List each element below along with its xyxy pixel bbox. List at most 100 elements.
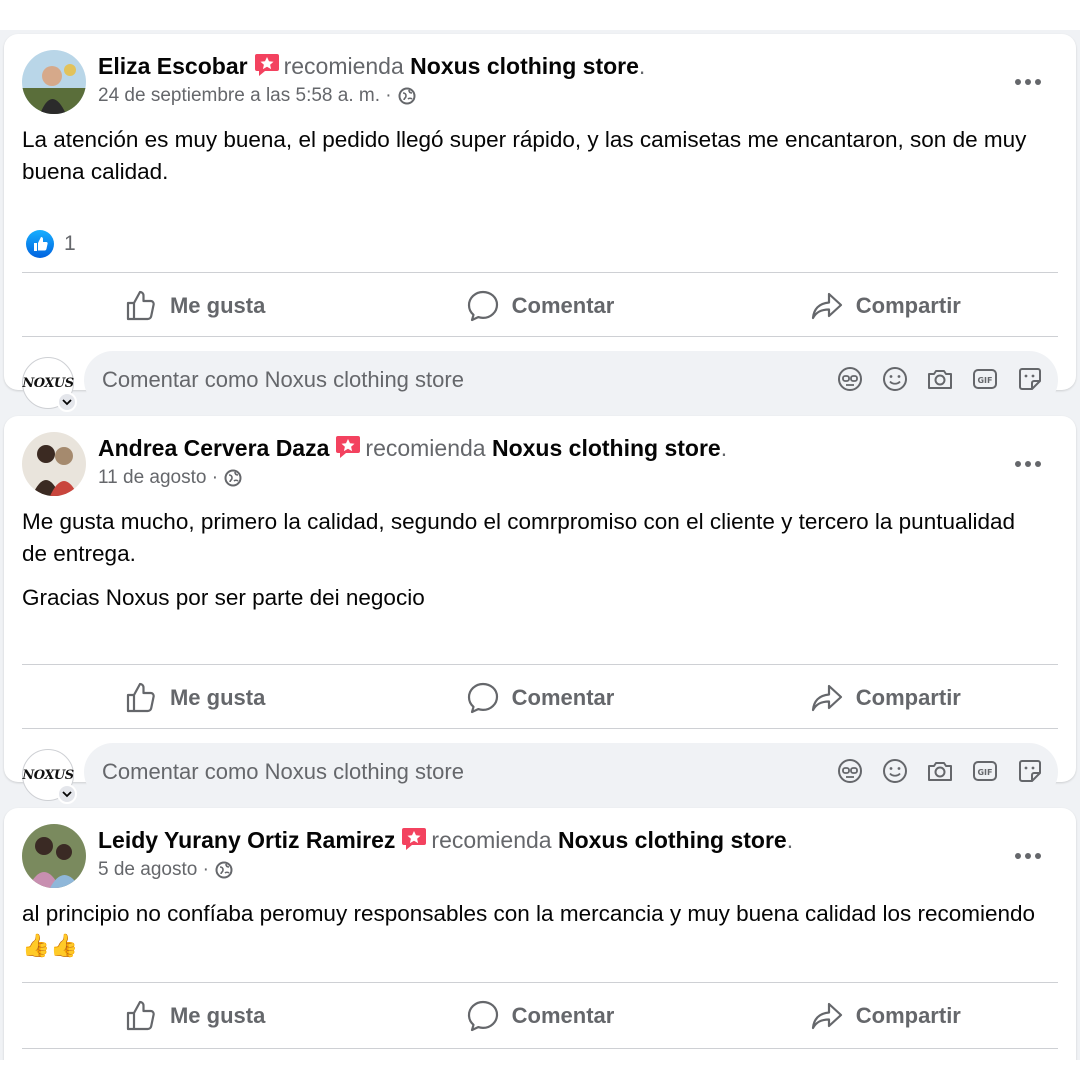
period: . bbox=[638, 53, 646, 79]
thumbs-up-icon bbox=[126, 682, 155, 713]
like-button[interactable]: Me gusta bbox=[22, 986, 367, 1046]
camera-icon[interactable] bbox=[926, 757, 954, 785]
sticker-icon[interactable] bbox=[1016, 365, 1044, 393]
header-line: Andrea Cervera Daza recomienda Noxus clot… bbox=[98, 434, 996, 462]
recommend-badge-icon bbox=[401, 827, 427, 851]
share-label: Compartir bbox=[855, 685, 961, 710]
post-paragraph: La atención es muy buena, el pedido lleg… bbox=[22, 127, 1027, 184]
sticker-icon[interactable] bbox=[1016, 757, 1044, 785]
avatar[interactable] bbox=[22, 50, 86, 114]
avatar-sticker-icon[interactable] bbox=[836, 757, 864, 785]
globe-icon bbox=[398, 87, 416, 105]
author-name[interactable]: Leidy Yurany Ortiz Ramirez bbox=[98, 827, 395, 853]
post-meta: 11 de agosto · bbox=[98, 466, 996, 490]
header-line: Eliza Escobar recomienda Noxus clothing s… bbox=[98, 52, 996, 80]
comment-label: Comentar bbox=[511, 293, 615, 318]
divider bbox=[22, 982, 1058, 983]
post-date[interactable]: 11 de agosto · bbox=[98, 466, 218, 490]
gif-icon[interactable]: GIF bbox=[971, 365, 999, 393]
page-avatar[interactable]: NOXUS bbox=[22, 357, 77, 412]
post-paragraph: Gracias Noxus por ser parte dei negocio bbox=[22, 585, 425, 610]
like-reaction-icon bbox=[26, 230, 54, 258]
avatar[interactable] bbox=[22, 824, 86, 888]
comment-tools: GIF bbox=[836, 365, 1044, 393]
comment-label: Comentar bbox=[511, 685, 615, 710]
reactions-summary[interactable]: 1 bbox=[26, 230, 76, 258]
author-name[interactable]: Andrea Cervera Daza bbox=[98, 435, 329, 461]
recommend-badge-icon bbox=[254, 53, 280, 77]
post-header: Leidy Yurany Ortiz Ramirez recomienda Nox… bbox=[98, 826, 996, 882]
chevron-down-icon[interactable] bbox=[57, 392, 77, 412]
page-logo-text: NOXUS bbox=[22, 767, 74, 783]
comment-bubble-icon bbox=[467, 682, 498, 714]
post-text: al principio no confíaba peromuy respons… bbox=[22, 898, 1046, 974]
divider bbox=[22, 272, 1058, 273]
divider bbox=[22, 664, 1058, 665]
globe-icon bbox=[215, 861, 233, 879]
post-meta: 24 de septiembre a las 5:58 a. m. · bbox=[98, 84, 996, 108]
svg-text:GIF: GIF bbox=[977, 768, 992, 777]
page: Eliza Escobar recomienda Noxus clothing s… bbox=[0, 0, 1080, 1080]
like-label: Me gusta bbox=[169, 685, 266, 710]
share-label: Compartir bbox=[855, 1003, 961, 1028]
post-date[interactable]: 24 de septiembre a las 5:58 a. m. · bbox=[98, 84, 392, 108]
like-label: Me gusta bbox=[169, 293, 266, 318]
comment-box: GIF bbox=[84, 351, 1058, 409]
gif-icon[interactable]: GIF bbox=[971, 757, 999, 785]
thumbs-up-icon bbox=[126, 1000, 155, 1031]
recommends-text: recomienda bbox=[431, 827, 552, 853]
share-arrow-icon bbox=[811, 292, 842, 320]
store-name[interactable]: Noxus clothing store bbox=[410, 53, 639, 79]
more-options-icon[interactable] bbox=[1010, 844, 1046, 868]
page-avatar[interactable]: NOXUS bbox=[22, 749, 77, 804]
avatar[interactable] bbox=[22, 432, 86, 496]
store-name[interactable]: Noxus clothing store bbox=[492, 435, 721, 461]
post-header: Eliza Escobar recomienda Noxus clothing s… bbox=[98, 52, 996, 108]
avatar-image bbox=[22, 50, 86, 114]
review-card: Eliza Escobar recomienda Noxus clothing s… bbox=[4, 34, 1076, 412]
post-date[interactable]: 5 de agosto · bbox=[98, 858, 209, 882]
share-label: Compartir bbox=[855, 293, 961, 318]
post-paragraph: al principio no confíaba peromuy respons… bbox=[22, 901, 1036, 958]
reviews-feed: Eliza Escobar recomienda Noxus clothing s… bbox=[0, 30, 1080, 1060]
comment-bubble-icon bbox=[467, 1000, 498, 1032]
comment-button[interactable]: Comentar bbox=[367, 986, 712, 1046]
period: . bbox=[786, 827, 794, 853]
share-arrow-icon bbox=[811, 684, 842, 712]
author-name[interactable]: Eliza Escobar bbox=[98, 53, 248, 79]
comment-input[interactable] bbox=[102, 759, 622, 785]
like-count: 1 bbox=[64, 232, 76, 255]
avatar-image bbox=[22, 824, 86, 888]
thumbs-up-icon bbox=[126, 290, 155, 321]
globe-icon bbox=[224, 469, 242, 487]
post-header: Andrea Cervera Daza recomienda Noxus clot… bbox=[98, 434, 996, 490]
comment-box: GIF bbox=[84, 743, 1058, 801]
comment-composer: NOXUS GIF bbox=[22, 321, 1058, 412]
share-button[interactable]: Compartir bbox=[713, 986, 1058, 1046]
more-options-icon[interactable] bbox=[1010, 70, 1046, 94]
emoji-icon[interactable] bbox=[881, 757, 909, 785]
review-card: Andrea Cervera Daza recomienda Noxus clot… bbox=[4, 416, 1076, 804]
recommends-text: recomienda bbox=[365, 435, 486, 461]
more-options-icon[interactable] bbox=[1010, 452, 1046, 476]
store-name[interactable]: Noxus clothing store bbox=[558, 827, 787, 853]
chevron-down-icon[interactable] bbox=[57, 784, 77, 804]
recommend-badge-icon bbox=[335, 435, 361, 459]
divider bbox=[22, 1048, 1058, 1049]
emoji-icon[interactable] bbox=[881, 365, 909, 393]
recommends-text: recomienda bbox=[283, 53, 404, 79]
period: . bbox=[720, 435, 728, 461]
comment-label: Comentar bbox=[511, 1003, 615, 1028]
camera-icon[interactable] bbox=[926, 365, 954, 393]
comment-input[interactable] bbox=[102, 367, 622, 393]
review-card: Leidy Yurany Ortiz Ramirez recomienda Nox… bbox=[4, 808, 1076, 1060]
comment-bubble-icon bbox=[467, 290, 498, 322]
post-meta: 5 de agosto · bbox=[98, 858, 996, 882]
comment-tools: GIF bbox=[836, 757, 1044, 785]
share-arrow-icon bbox=[811, 1002, 842, 1030]
header-line: Leidy Yurany Ortiz Ramirez recomienda Nox… bbox=[98, 826, 996, 854]
avatar-sticker-icon[interactable] bbox=[836, 365, 864, 393]
avatar-image bbox=[22, 432, 86, 496]
svg-text:GIF: GIF bbox=[977, 376, 992, 385]
post-actions: Me gusta Comentar Compartir bbox=[22, 986, 1058, 1046]
